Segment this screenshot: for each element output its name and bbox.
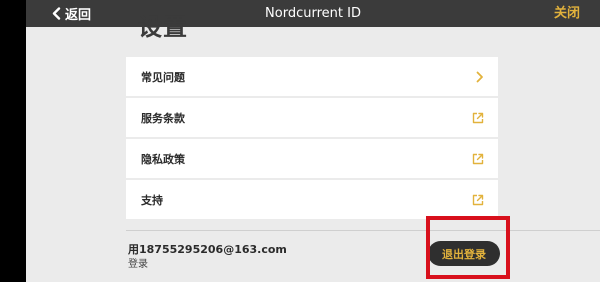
external-link-icon bbox=[472, 112, 484, 124]
external-link-icon bbox=[472, 153, 484, 165]
account-row: 用18755295206@163.com 登录 bbox=[126, 230, 600, 282]
menu-item-support[interactable]: 支持 bbox=[126, 180, 498, 219]
settings-menu: 常见问题 服务条款 隐私政策 支持 bbox=[126, 57, 498, 221]
menu-item-faq[interactable]: 常见问题 bbox=[126, 57, 498, 96]
back-label: 返回 bbox=[65, 8, 92, 23]
logout-button[interactable]: 退出登录 bbox=[428, 241, 500, 266]
menu-item-label: 常见问题 bbox=[141, 70, 185, 84]
account-email: 用18755295206@163.com bbox=[128, 243, 287, 256]
chevron-right-icon bbox=[476, 71, 484, 83]
menu-item-label: 隐私政策 bbox=[141, 152, 185, 166]
close-button[interactable]: 关闭 bbox=[554, 0, 580, 27]
chevron-left-icon bbox=[52, 7, 61, 20]
external-link-icon bbox=[472, 194, 484, 206]
menu-item-terms[interactable]: 服务条款 bbox=[126, 98, 498, 137]
top-bar: 返回 Nordcurrent ID 关闭 bbox=[26, 0, 600, 27]
account-status: 登录 bbox=[128, 259, 148, 270]
settings-screen: 返回 Nordcurrent ID 关闭 设置 常见问题 服务条款 隐私政策 支… bbox=[26, 0, 600, 282]
back-button[interactable]: 返回 bbox=[52, 0, 91, 27]
menu-item-label: 支持 bbox=[141, 193, 163, 207]
header-title: Nordcurrent ID bbox=[265, 6, 361, 21]
menu-item-label: 服务条款 bbox=[141, 111, 185, 125]
menu-item-privacy[interactable]: 隐私政策 bbox=[126, 139, 498, 178]
page-title: 设置 bbox=[138, 13, 188, 41]
